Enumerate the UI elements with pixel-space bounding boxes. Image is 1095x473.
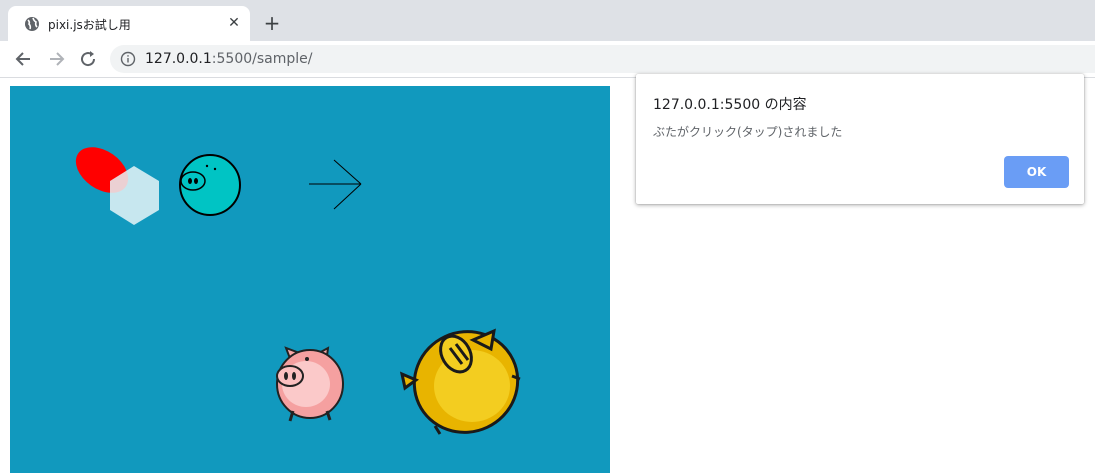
url-host: 127.0.0.1 xyxy=(145,51,212,67)
teal-pig-face-circle[interactable] xyxy=(179,154,241,216)
globe-icon xyxy=(25,17,39,31)
tab-strip: pixi.jsお試し用 ✕ + xyxy=(0,0,1095,41)
dialog-title: 127.0.0.1:5500 の内容 xyxy=(653,97,807,113)
browser-tab[interactable]: pixi.jsお試し用 ✕ xyxy=(8,6,250,41)
url-text: 127.0.0.1:5500/sample/ xyxy=(145,51,312,67)
info-icon[interactable] xyxy=(120,51,136,67)
canvas-scene xyxy=(75,147,535,450)
tab-close-icon[interactable]: ✕ xyxy=(226,15,242,31)
pink-pig[interactable] xyxy=(276,346,344,422)
alert-dialog: 127.0.0.1:5500 の内容 ぶたがクリック(タップ)されました OK xyxy=(636,74,1084,204)
pixi-canvas[interactable] xyxy=(10,86,610,473)
ok-button[interactable]: OK xyxy=(1004,156,1069,188)
new-tab-button[interactable]: + xyxy=(262,13,282,33)
reload-icon[interactable] xyxy=(78,49,98,69)
tab-title: pixi.jsお試し用 xyxy=(48,18,131,32)
address-bar[interactable]: 127.0.0.1:5500/sample/ xyxy=(110,45,1095,73)
arrow-lines xyxy=(309,159,362,210)
browser-toolbar: 127.0.0.1:5500/sample/ xyxy=(0,41,1095,78)
forward-arrow-icon[interactable] xyxy=(46,49,66,69)
url-path: :5500/sample/ xyxy=(211,51,313,67)
dialog-message: ぶたがクリック(タップ)されました xyxy=(653,125,843,139)
back-arrow-icon[interactable] xyxy=(14,49,34,69)
yellow-pig[interactable] xyxy=(398,315,535,450)
